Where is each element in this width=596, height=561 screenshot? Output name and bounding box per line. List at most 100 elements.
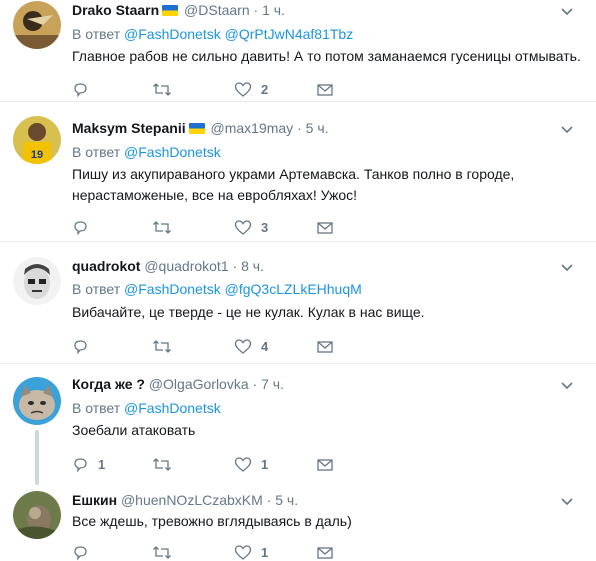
timestamp[interactable]: 7 ч.: [261, 376, 284, 392]
text-line: Пишу из акупираваного украми Артемавска.…: [72, 166, 515, 182]
reply-button[interactable]: [72, 543, 89, 561]
direct-message-button[interactable]: [316, 455, 334, 473]
like-count: 1: [261, 456, 269, 472]
author-handle[interactable]: @quadrokot1: [144, 258, 228, 274]
reply-button[interactable]: [72, 218, 89, 236]
timestamp[interactable]: 8 ч.: [241, 258, 264, 274]
mention-link[interactable]: @fgQ3cLZLkEHhuqM: [225, 281, 362, 297]
chevron-down-icon[interactable]: [560, 379, 574, 393]
envelope-icon: [317, 83, 333, 96]
separator-dot: ·: [253, 2, 259, 18]
envelope-icon: [317, 221, 333, 234]
reply-count: 1: [98, 456, 106, 472]
tweet-2[interactable]: 19 Maksym Stepanii @max19may · 5 ч. В от…: [0, 102, 596, 242]
envelope-icon: [317, 340, 333, 353]
direct-message-button[interactable]: [316, 218, 334, 236]
like-button[interactable]: 4: [234, 337, 268, 355]
reply-context: В ответ @FashDonetsk @QrPtJwN4af81Tbz: [72, 26, 354, 42]
reply-icon: [74, 339, 87, 354]
avatar[interactable]: [13, 257, 61, 305]
separator-dot: ·: [297, 120, 302, 136]
heart-icon: [234, 456, 252, 472]
avatar[interactable]: [13, 377, 61, 425]
tweet-text: Вибачайте, це тверде - це не кулак. Кула…: [72, 304, 425, 320]
reply-context: В ответ @FashDonetsk: [72, 144, 221, 160]
reply-button[interactable]: 1: [72, 455, 105, 473]
mention-link[interactable]: @FashDonetsk: [124, 281, 221, 297]
author-handle[interactable]: @OlgaGorlovka: [149, 376, 249, 392]
like-button[interactable]: 1: [234, 543, 268, 561]
mention-link[interactable]: @FashDonetsk: [124, 144, 221, 160]
timestamp[interactable]: 5 ч.: [306, 120, 329, 136]
heart-icon: [234, 338, 252, 354]
author-handle[interactable]: @DStaarn: [184, 2, 250, 18]
tweet-5[interactable]: Ешкин @huenNOzLCzabxKM · 5 ч. Все ждешь,…: [0, 482, 596, 560]
like-count: 3: [261, 219, 269, 235]
like-button[interactable]: 3: [234, 218, 268, 236]
text-line: нерастаможеные, все на евробляхах! Ужос!: [72, 187, 358, 203]
ukraine-flag-icon: [188, 123, 205, 134]
separator-dot: ·: [266, 492, 272, 508]
mention-link[interactable]: @QrPtJwN4af81Tbz: [225, 26, 354, 42]
retweet-icon: [153, 339, 171, 353]
author-handle[interactable]: @max19may: [211, 120, 294, 136]
avatar[interactable]: [13, 1, 61, 49]
reply-icon: [74, 457, 87, 472]
author-name[interactable]: quadrokot: [72, 258, 140, 274]
retweet-button[interactable]: [152, 543, 172, 561]
retweet-icon: [153, 545, 171, 559]
separator-dot: ·: [252, 376, 258, 392]
chevron-down-icon[interactable]: [560, 5, 574, 19]
chevron-down-icon[interactable]: [560, 261, 574, 275]
like-button[interactable]: 1: [234, 455, 268, 473]
like-count: 2: [261, 81, 269, 97]
ukraine-flag-icon: [162, 5, 179, 16]
reply-context: В ответ @FashDonetsk @fgQ3cLZLkEHhuqM: [72, 281, 362, 297]
reply-icon: [74, 82, 87, 97]
avatar[interactable]: 19: [13, 116, 61, 164]
retweet-icon: [153, 457, 171, 471]
chevron-down-icon[interactable]: [560, 495, 574, 509]
reply-icon: [74, 545, 87, 560]
direct-message-button[interactable]: [316, 80, 334, 98]
heart-icon: [234, 219, 252, 235]
direct-message-button[interactable]: [316, 543, 334, 561]
reply-icon: [74, 220, 87, 235]
direct-message-button[interactable]: [316, 337, 334, 355]
retweet-button[interactable]: [152, 218, 172, 236]
tweet-1[interactable]: Drako Staarn @DStaarn · 1 ч. В ответ @Fa…: [0, 0, 596, 102]
tweet-text: Главное рабов не сильно давить! А то пот…: [72, 48, 581, 64]
reply-context: В ответ @FashDonetsk: [72, 400, 221, 416]
chevron-down-icon[interactable]: [560, 123, 574, 137]
tweet-text: Пишу из акупираваного украми Артемавска.…: [72, 164, 582, 206]
thread-connector: [35, 430, 39, 485]
timestamp[interactable]: 1 ч.: [262, 2, 285, 18]
mention-link[interactable]: @FashDonetsk: [124, 400, 221, 416]
envelope-icon: [317, 546, 333, 559]
tweet-text: Зоебали атаковать: [72, 422, 196, 438]
like-count: 4: [261, 338, 269, 354]
retweet-icon: [153, 220, 171, 234]
author-name[interactable]: Drako Staarn: [72, 2, 159, 18]
tweet-3[interactable]: quadrokot @quadrokot1 · 8 ч. В ответ @Fa…: [0, 242, 596, 364]
tweet-text: Все ждешь, тревожно вглядываясь в даль): [72, 513, 352, 529]
like-button[interactable]: 2: [234, 80, 268, 98]
mention-link[interactable]: @FashDonetsk: [124, 26, 221, 42]
reply-button[interactable]: [72, 337, 89, 355]
author-name[interactable]: Когда же ?: [72, 376, 145, 392]
author-name[interactable]: Ешкин: [72, 492, 117, 508]
author-name[interactable]: Maksym Stepanii: [72, 120, 186, 136]
envelope-icon: [317, 458, 333, 471]
avatar[interactable]: [13, 491, 61, 539]
retweet-button[interactable]: [152, 80, 172, 98]
heart-icon: [234, 81, 252, 97]
separator-dot: ·: [232, 258, 238, 274]
svg-text:19: 19: [31, 149, 43, 161]
author-handle[interactable]: @huenNOzLCzabxKM: [121, 492, 263, 508]
reply-button[interactable]: [72, 80, 89, 98]
retweet-button[interactable]: [152, 455, 172, 473]
retweet-button[interactable]: [152, 337, 172, 355]
timestamp[interactable]: 5 ч.: [275, 492, 298, 508]
tweet-4[interactable]: Когда же ? @OlgaGorlovka · 7 ч. В ответ …: [0, 364, 596, 485]
retweet-icon: [153, 82, 171, 96]
